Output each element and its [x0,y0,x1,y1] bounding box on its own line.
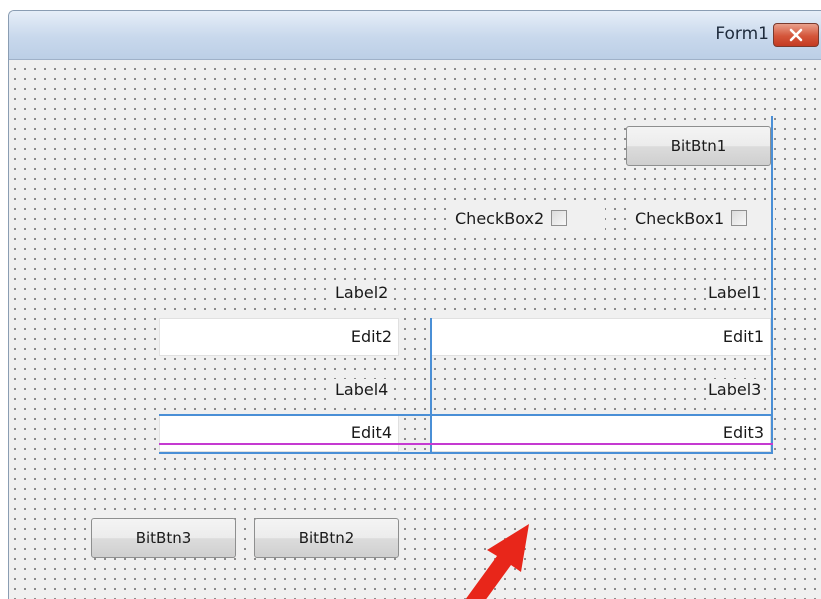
label4: Label4 [333,379,391,401]
checkbox1-label: CheckBox1 [635,208,725,228]
close-icon [789,28,803,42]
label1: Label1 [706,282,764,304]
bitbtn2-button[interactable]: BitBtn2 [254,518,399,558]
checkbox1-box[interactable] [731,210,748,226]
edit1-field[interactable]: Edit1 [431,318,771,356]
edit2-field[interactable]: Edit2 [159,318,399,356]
edit-bottom-alignment-guide [159,452,773,454]
checkbox2[interactable]: CheckBox2 [451,203,605,233]
bitbtn3-button[interactable]: BitBtn3 [91,518,236,558]
checkbox2-box[interactable] [551,210,568,226]
bitbtn2-label: BitBtn2 [298,529,355,547]
edit1-left-alignment-guide [430,318,432,454]
edit4-field[interactable]: Edit4 [159,414,399,452]
red-arrow-icon [465,524,529,599]
bitbtn1-label: BitBtn1 [670,137,727,155]
window-title: Form1 [715,24,769,44]
checkbox2-label: CheckBox2 [455,208,545,228]
label3: Label3 [706,379,764,401]
bitbtn3-label: BitBtn3 [135,529,192,547]
edit3-field[interactable]: Edit3 [431,414,771,452]
checkbox1[interactable]: CheckBox1 [631,203,775,233]
label2: Label2 [333,282,391,304]
bitbtn1-button[interactable]: BitBtn1 [626,126,771,166]
title-bar[interactable]: Form1 [9,11,821,60]
right-alignment-guide [771,116,773,453]
form-design-surface[interactable]: BitBtn1 CheckBox2 CheckBox1 Label2 Label… [9,60,821,599]
edit-top-alignment-guide [159,414,773,416]
form-window: Form1 BitBtn1 CheckBox2 CheckBox1 Label2… [8,10,821,599]
text-baseline-guide [159,443,773,445]
close-button[interactable] [773,23,819,47]
